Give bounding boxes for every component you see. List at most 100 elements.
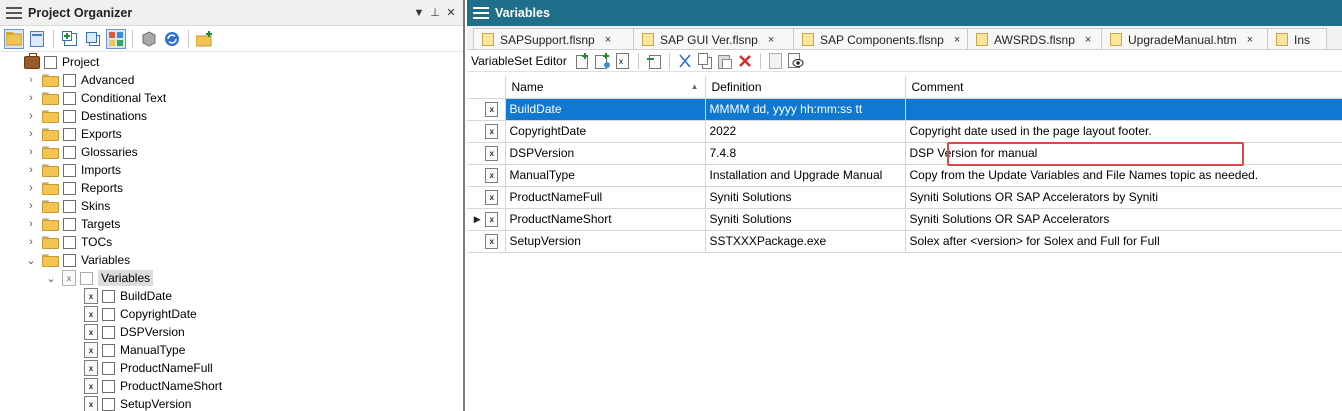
chevron-right-icon[interactable]: ›	[24, 125, 38, 143]
tree-item-checkbox[interactable]	[102, 343, 115, 357]
variable-comment-cell[interactable]: Solex after <version> for Solex and Full…	[905, 230, 1342, 253]
cut-icon[interactable]	[677, 53, 693, 69]
grid-view-button[interactable]	[106, 28, 126, 49]
variable-name-cell[interactable]: ProductNameShort	[505, 208, 706, 231]
chevron-right-icon[interactable]: ›	[24, 89, 38, 107]
tree-item[interactable]: › TOCs	[24, 233, 112, 251]
variable-row[interactable]: x ProductNameFull Syniti Solutions Syniti S…	[467, 186, 1342, 209]
variable-name-cell[interactable]: ProductNameFull	[505, 186, 706, 209]
refresh-button[interactable]	[162, 29, 182, 49]
tree-item-checkbox[interactable]	[63, 199, 76, 213]
tree-item[interactable]: › Advanced	[24, 71, 134, 89]
document-tab[interactable]: AWSRDS.flsnp ×	[967, 28, 1107, 49]
tree-item[interactable]: › Exports	[24, 125, 122, 143]
variable-comment-cell[interactable]: Copyright date used in the page layout f…	[905, 120, 1342, 143]
row-gutter[interactable]: x	[467, 164, 506, 187]
row-gutter[interactable]: x	[467, 142, 506, 165]
tree-item[interactable]: ⌄ Variables	[24, 251, 130, 269]
variable-comment-cell[interactable]: DSP Version for manual	[905, 142, 1342, 165]
variable-definition-cell[interactable]: MMMM dd, yyyy hh:mm:ss tt	[705, 98, 906, 121]
column-header-name[interactable]: Name ▲	[505, 76, 706, 99]
variable-comment-cell[interactable]: Copy from the Update Variables and File …	[905, 164, 1342, 187]
chevron-right-icon[interactable]: ›	[24, 233, 38, 251]
tree-item-checkbox[interactable]	[63, 217, 76, 231]
variable-name-cell[interactable]: DSPVersion	[505, 142, 706, 165]
tab-close-icon[interactable]: ×	[1247, 34, 1253, 46]
variable-row[interactable]: x ManualType Installation and Upgrade Manu…	[467, 164, 1342, 187]
chevron-right-icon[interactable]: ›	[24, 71, 38, 89]
variable-row[interactable]: x BuildDate MMMM dd, yyyy hh:mm:ss tt	[467, 98, 1342, 121]
tree-item-checkbox[interactable]	[63, 127, 76, 141]
duplicate-button[interactable]	[83, 29, 103, 49]
chevron-right-icon[interactable]: ›	[24, 107, 38, 125]
variable-row[interactable]: x DSPVersion 7.4.8 DSP Version for manual	[467, 142, 1342, 165]
list-view-button[interactable]	[27, 29, 47, 49]
row-gutter[interactable]: x	[467, 230, 506, 253]
copy-icon[interactable]	[697, 52, 713, 69]
variable-definition-cell[interactable]: 2022	[705, 120, 906, 143]
row-gutter[interactable]: x	[467, 98, 506, 121]
chevron-right-icon[interactable]: ›	[24, 179, 38, 197]
tree-item[interactable]: › Imports	[24, 161, 121, 179]
document-tab[interactable]: SAPSupport.flsnp ×	[473, 28, 639, 49]
add-button[interactable]	[60, 29, 80, 49]
edit-variable-icon[interactable]: x	[615, 52, 631, 69]
tree-item[interactable]: x ProductNameFull	[84, 359, 213, 377]
chevron-right-icon[interactable]: ›	[24, 197, 38, 215]
add-formatted-variable-icon[interactable]	[594, 52, 611, 69]
tree-item[interactable]: Project	[24, 52, 99, 71]
tree-item-checkbox[interactable]	[63, 235, 76, 249]
variable-row[interactable]: x SetupVersion SSTXXXPackage.exe Solex afte…	[467, 230, 1342, 253]
document-tab[interactable]: Ins	[1267, 28, 1327, 49]
tree-item[interactable]: › Targets	[24, 215, 120, 233]
paste-icon[interactable]	[717, 53, 733, 69]
tree-item[interactable]: › Skins	[24, 197, 110, 215]
tree-item[interactable]: › Destinations	[24, 107, 147, 125]
chevron-down-icon[interactable]: ⌄	[44, 269, 58, 287]
variable-name-cell[interactable]: SetupVersion	[505, 230, 706, 253]
tree-item-checkbox[interactable]	[63, 109, 76, 123]
add-variable-icon[interactable]	[575, 52, 591, 69]
tree-item[interactable]: › Reports	[24, 179, 123, 197]
tree-item-checkbox[interactable]	[102, 307, 115, 321]
tree-item[interactable]: x CopyrightDate	[84, 305, 197, 323]
tree-item-checkbox[interactable]	[63, 163, 76, 177]
tree-item-checkbox[interactable]	[80, 271, 93, 285]
preview-icon[interactable]	[787, 52, 804, 69]
bind-button[interactable]	[139, 29, 159, 49]
panel-menu-icon[interactable]	[6, 6, 22, 19]
tree-item[interactable]: x SetupVersion	[84, 395, 191, 411]
variable-name-cell[interactable]: CopyrightDate	[505, 120, 706, 143]
panel-menu-icon[interactable]	[473, 7, 489, 19]
row-gutter[interactable]: x	[467, 186, 506, 209]
chevron-down-icon[interactable]: ⌄	[24, 251, 38, 269]
folder-view-button[interactable]	[4, 28, 24, 49]
tree-item-checkbox[interactable]	[63, 181, 76, 195]
variable-comment-cell[interactable]	[905, 98, 1342, 121]
tree-item-checkbox[interactable]	[63, 91, 76, 105]
variable-definition-cell[interactable]: 7.4.8	[705, 142, 906, 165]
tab-close-icon[interactable]: ×	[1085, 34, 1091, 46]
variable-name-cell[interactable]: BuildDate	[505, 98, 706, 121]
variable-definition-cell[interactable]: Syniti Solutions	[705, 186, 906, 209]
variable-row[interactable]: ▶ x ProductNameShort Syniti Solutions Syniti…	[467, 208, 1342, 231]
panel-close-icon[interactable]: ✕	[443, 6, 459, 19]
tree-item-checkbox[interactable]	[63, 253, 76, 267]
chevron-right-icon[interactable]: ›	[24, 215, 38, 233]
tree-item[interactable]: x DSPVersion	[84, 323, 185, 341]
tree-item-checkbox[interactable]	[63, 73, 76, 87]
tree-item[interactable]: › Conditional Text	[24, 89, 166, 107]
tree-item[interactable]: x ProductNameShort	[84, 377, 222, 395]
tree-item-checkbox[interactable]	[63, 145, 76, 159]
tree-item[interactable]: › Glossaries	[24, 143, 138, 161]
tree-item-checkbox[interactable]	[102, 325, 115, 339]
tree-item-checkbox[interactable]	[102, 379, 115, 393]
chevron-right-icon[interactable]: ›	[24, 143, 38, 161]
tree-item[interactable]: x ManualType	[84, 341, 185, 359]
tab-close-icon[interactable]: ×	[768, 34, 774, 46]
tree-item[interactable]: x BuildDate	[84, 287, 172, 305]
variable-row[interactable]: x CopyrightDate 2022 Copyright date used in…	[467, 120, 1342, 143]
chevron-right-icon[interactable]: ›	[24, 161, 38, 179]
column-header-comment[interactable]: Comment	[905, 76, 1342, 99]
variable-comment-cell[interactable]: Syniti Solutions OR SAP Accelerators by …	[905, 186, 1342, 209]
